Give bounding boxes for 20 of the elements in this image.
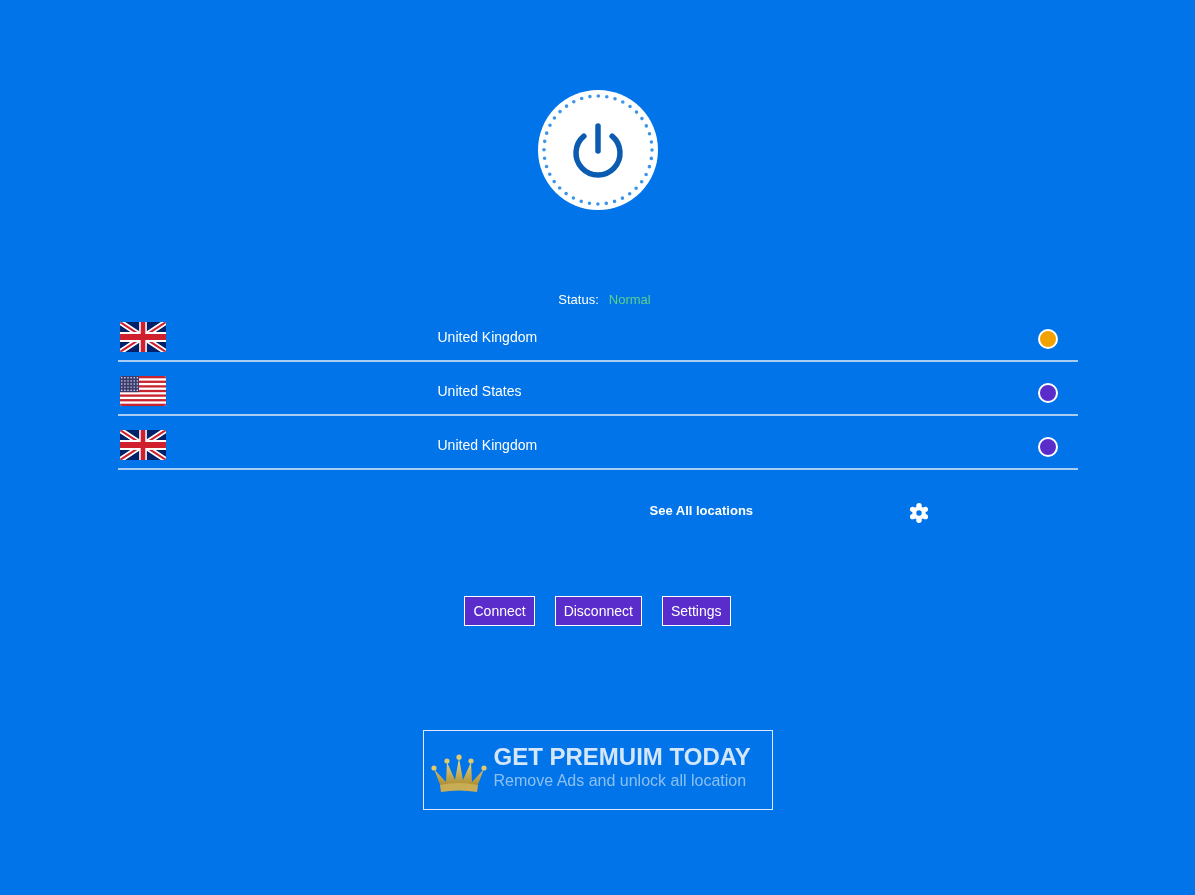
status-value: Normal (608, 292, 651, 308)
premium-banner[interactable]: GET PREMUIM TODAY Remove Ads and unlock all location (422, 730, 773, 810)
status-label: Status: (558, 292, 599, 308)
radio-button[interactable] (1037, 436, 1058, 457)
settings-button[interactable]: Settings (661, 596, 731, 626)
radio-button[interactable] (1037, 382, 1058, 403)
banner-subtitle: Remove Ads and unlock all location (493, 771, 748, 791)
country-name: United Kingdom (437, 328, 539, 346)
disconnect-button[interactable]: Disconnect (554, 596, 642, 626)
see-all-locations-link[interactable]: See All locations (649, 502, 754, 520)
radio-button[interactable] (1037, 328, 1058, 349)
connect-button[interactable]: Connect (464, 596, 535, 626)
country-name: United States (437, 382, 523, 400)
us-flag-icon (119, 376, 166, 406)
uk-flag-icon (119, 322, 166, 352)
country-name: United Kingdom (437, 436, 539, 454)
uk-flag-icon (119, 430, 166, 460)
settings-icon[interactable] (908, 503, 929, 523)
banner-title: GET PREMUIM TODAY (493, 743, 751, 771)
crown-icon (428, 754, 489, 794)
